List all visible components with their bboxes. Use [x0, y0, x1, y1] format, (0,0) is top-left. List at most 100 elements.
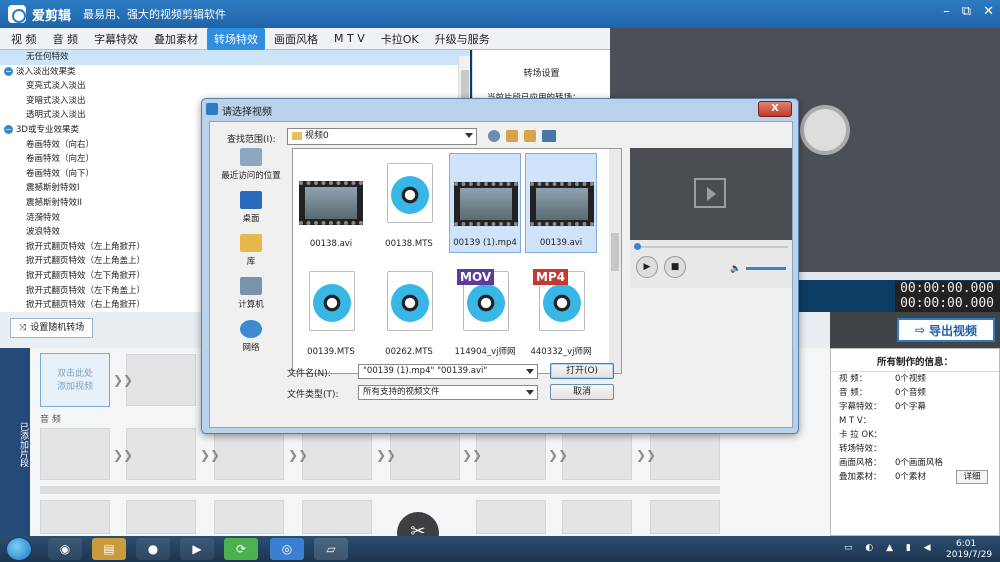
- video-thumbnail: [299, 181, 363, 225]
- effect-label: 震撼斯射特效II: [26, 197, 83, 208]
- minimize-button[interactable]: –: [943, 4, 950, 19]
- collapse-icon[interactable]: −: [4, 66, 13, 76]
- effect-group[interactable]: − 淡入淡出效果类: [0, 65, 470, 80]
- clip-slot[interactable]: [126, 354, 196, 406]
- clip-slot[interactable]: [126, 428, 196, 480]
- tab-audio[interactable]: 音 频: [46, 28, 86, 50]
- place-recent[interactable]: 最近访问的位置: [212, 148, 290, 181]
- filename-input[interactable]: "00139 (1).mp4" "00139.avi": [358, 364, 538, 379]
- file-item[interactable]: 00139.MTS: [295, 261, 367, 361]
- media-file-icon: [387, 271, 433, 331]
- dialog-close-button[interactable]: X: [758, 101, 792, 117]
- media-player-icon[interactable]: ◉: [48, 538, 82, 560]
- look-in-dropdown[interactable]: 视频0: [287, 128, 477, 145]
- tab-picture-style[interactable]: 画面风格: [267, 28, 325, 50]
- seek-knob[interactable]: [634, 243, 641, 250]
- file-item[interactable]: 00138.avi: [295, 153, 367, 253]
- tab-transitions[interactable]: 转场特效: [207, 27, 265, 50]
- info-value: 0个视频: [895, 374, 926, 384]
- add-video-hint: 双击此处 添加视频: [56, 369, 93, 392]
- document-icon[interactable]: ▱: [314, 538, 348, 560]
- tab-overlay[interactable]: 叠加素材: [147, 28, 205, 50]
- taskbar: ◉ ▤ ● ▶ ⟳ ◎ ▱ ▭ ◐ ▲ ▮ ◀ 6:01 2019/7/29: [0, 536, 1000, 562]
- tab-karaoke[interactable]: 卡拉OK: [374, 28, 426, 50]
- place-network[interactable]: 网络: [212, 320, 290, 353]
- clip-slot[interactable]: [40, 428, 110, 480]
- clip-slot[interactable]: [562, 500, 632, 534]
- start-button[interactable]: [6, 537, 32, 561]
- clip-slot[interactable]: [40, 500, 110, 534]
- clip-slot[interactable]: [476, 428, 546, 480]
- aijianji-taskbar-icon[interactable]: ◎: [270, 538, 304, 560]
- close-button[interactable]: ✕: [983, 4, 994, 19]
- file-item[interactable]: 00262.MTS: [373, 261, 445, 361]
- clip-slot[interactable]: [126, 500, 196, 534]
- random-transition-button[interactable]: ⤨ 设置随机转场: [10, 318, 94, 338]
- details-button[interactable]: 详细: [956, 470, 988, 484]
- iqiyi-icon[interactable]: ▶: [180, 538, 214, 560]
- effect-item[interactable]: 无任何特效: [0, 50, 470, 65]
- arrow-icon: ❯❯: [462, 448, 483, 462]
- file-name: 00139.avi: [539, 238, 583, 248]
- clip-slot[interactable]: [302, 500, 372, 534]
- file-explorer-icon[interactable]: ▤: [92, 538, 126, 560]
- back-icon[interactable]: [488, 130, 500, 142]
- clip-slot[interactable]: [390, 428, 460, 480]
- look-in-label: 查找范围(I):: [227, 135, 276, 145]
- collapse-icon[interactable]: −: [4, 124, 13, 134]
- disc-icon: [391, 284, 429, 322]
- firefox-icon[interactable]: ●: [136, 538, 170, 560]
- chevron-down-icon: [526, 390, 534, 395]
- chevron-down-icon: [465, 133, 473, 138]
- open-button[interactable]: 打开(O): [550, 363, 614, 379]
- clip-slot[interactable]: [214, 500, 284, 534]
- clip-slot[interactable]: [214, 428, 284, 480]
- clip-slot[interactable]: [476, 500, 546, 534]
- file-name: 00262.MTS: [385, 347, 433, 357]
- preview-seek-bar[interactable]: [634, 243, 788, 250]
- clip-slot[interactable]: [650, 428, 720, 480]
- browser-icon[interactable]: ⟳: [224, 538, 258, 560]
- clip-slot[interactable]: [302, 428, 372, 480]
- add-video-slot[interactable]: 双击此处 添加视频: [40, 353, 110, 407]
- place-computer[interactable]: 计算机: [212, 277, 290, 310]
- tab-mtv[interactable]: M T V: [327, 29, 372, 48]
- file-item[interactable]: MP4 440332_vj师网: [525, 261, 597, 361]
- effect-label: 掀开式翻页特效（左上角掀开）: [26, 241, 146, 252]
- clip-slot[interactable]: [562, 428, 632, 480]
- place-label: 桌面: [242, 214, 260, 224]
- file-item[interactable]: 00139 (1).mp4: [449, 153, 521, 253]
- play-button[interactable]: ▶: [636, 256, 658, 278]
- cancel-button[interactable]: 取消: [550, 384, 614, 400]
- disc-icon: [467, 284, 505, 322]
- file-item[interactable]: MOV 114904_vj师网: [449, 261, 521, 361]
- video-frame: [536, 188, 588, 220]
- file-item[interactable]: 00139.avi: [525, 153, 597, 253]
- tab-video[interactable]: 视 频: [4, 28, 44, 50]
- filetype-select[interactable]: 所有支持的视频文件: [358, 385, 538, 400]
- tab-upgrade[interactable]: 升级与服务: [428, 28, 497, 50]
- stop-button[interactable]: ■: [664, 256, 686, 278]
- info-row: 画面风格： 0个画面风格: [831, 456, 999, 470]
- maximize-button[interactable]: ⧉: [962, 4, 971, 19]
- desktop-icon: [240, 191, 262, 209]
- tab-subtitle-effects[interactable]: 字幕特效: [87, 28, 145, 50]
- scrollbar-thumb[interactable]: [611, 233, 619, 271]
- effect-item[interactable]: 变亮式淡入淡出: [0, 79, 470, 94]
- place-desktop[interactable]: 桌面: [212, 191, 290, 224]
- system-tray: ▭ ◐ ▲ ▮ ◀ 6:01 2019/7/29: [840, 536, 1000, 562]
- volume-slider[interactable]: [746, 267, 786, 270]
- folder-icon: [292, 131, 302, 140]
- effect-label: 无任何特效: [26, 52, 69, 62]
- file-list-scrollbar[interactable]: [609, 149, 621, 373]
- file-item[interactable]: 00138.MTS: [373, 153, 445, 253]
- up-folder-icon[interactable]: [506, 130, 518, 142]
- tray-icons[interactable]: ▭ ◐ ▲ ▮ ◀: [844, 543, 936, 553]
- export-video-button[interactable]: ⇨ 导出视频: [897, 318, 995, 342]
- view-menu-icon[interactable]: [542, 130, 556, 142]
- clip-slot[interactable]: [650, 500, 720, 534]
- file-name: 114904_vj师网: [454, 347, 516, 357]
- new-folder-icon[interactable]: [524, 130, 536, 142]
- place-library[interactable]: 库: [212, 234, 290, 267]
- arrow-icon: ❯❯: [636, 448, 657, 462]
